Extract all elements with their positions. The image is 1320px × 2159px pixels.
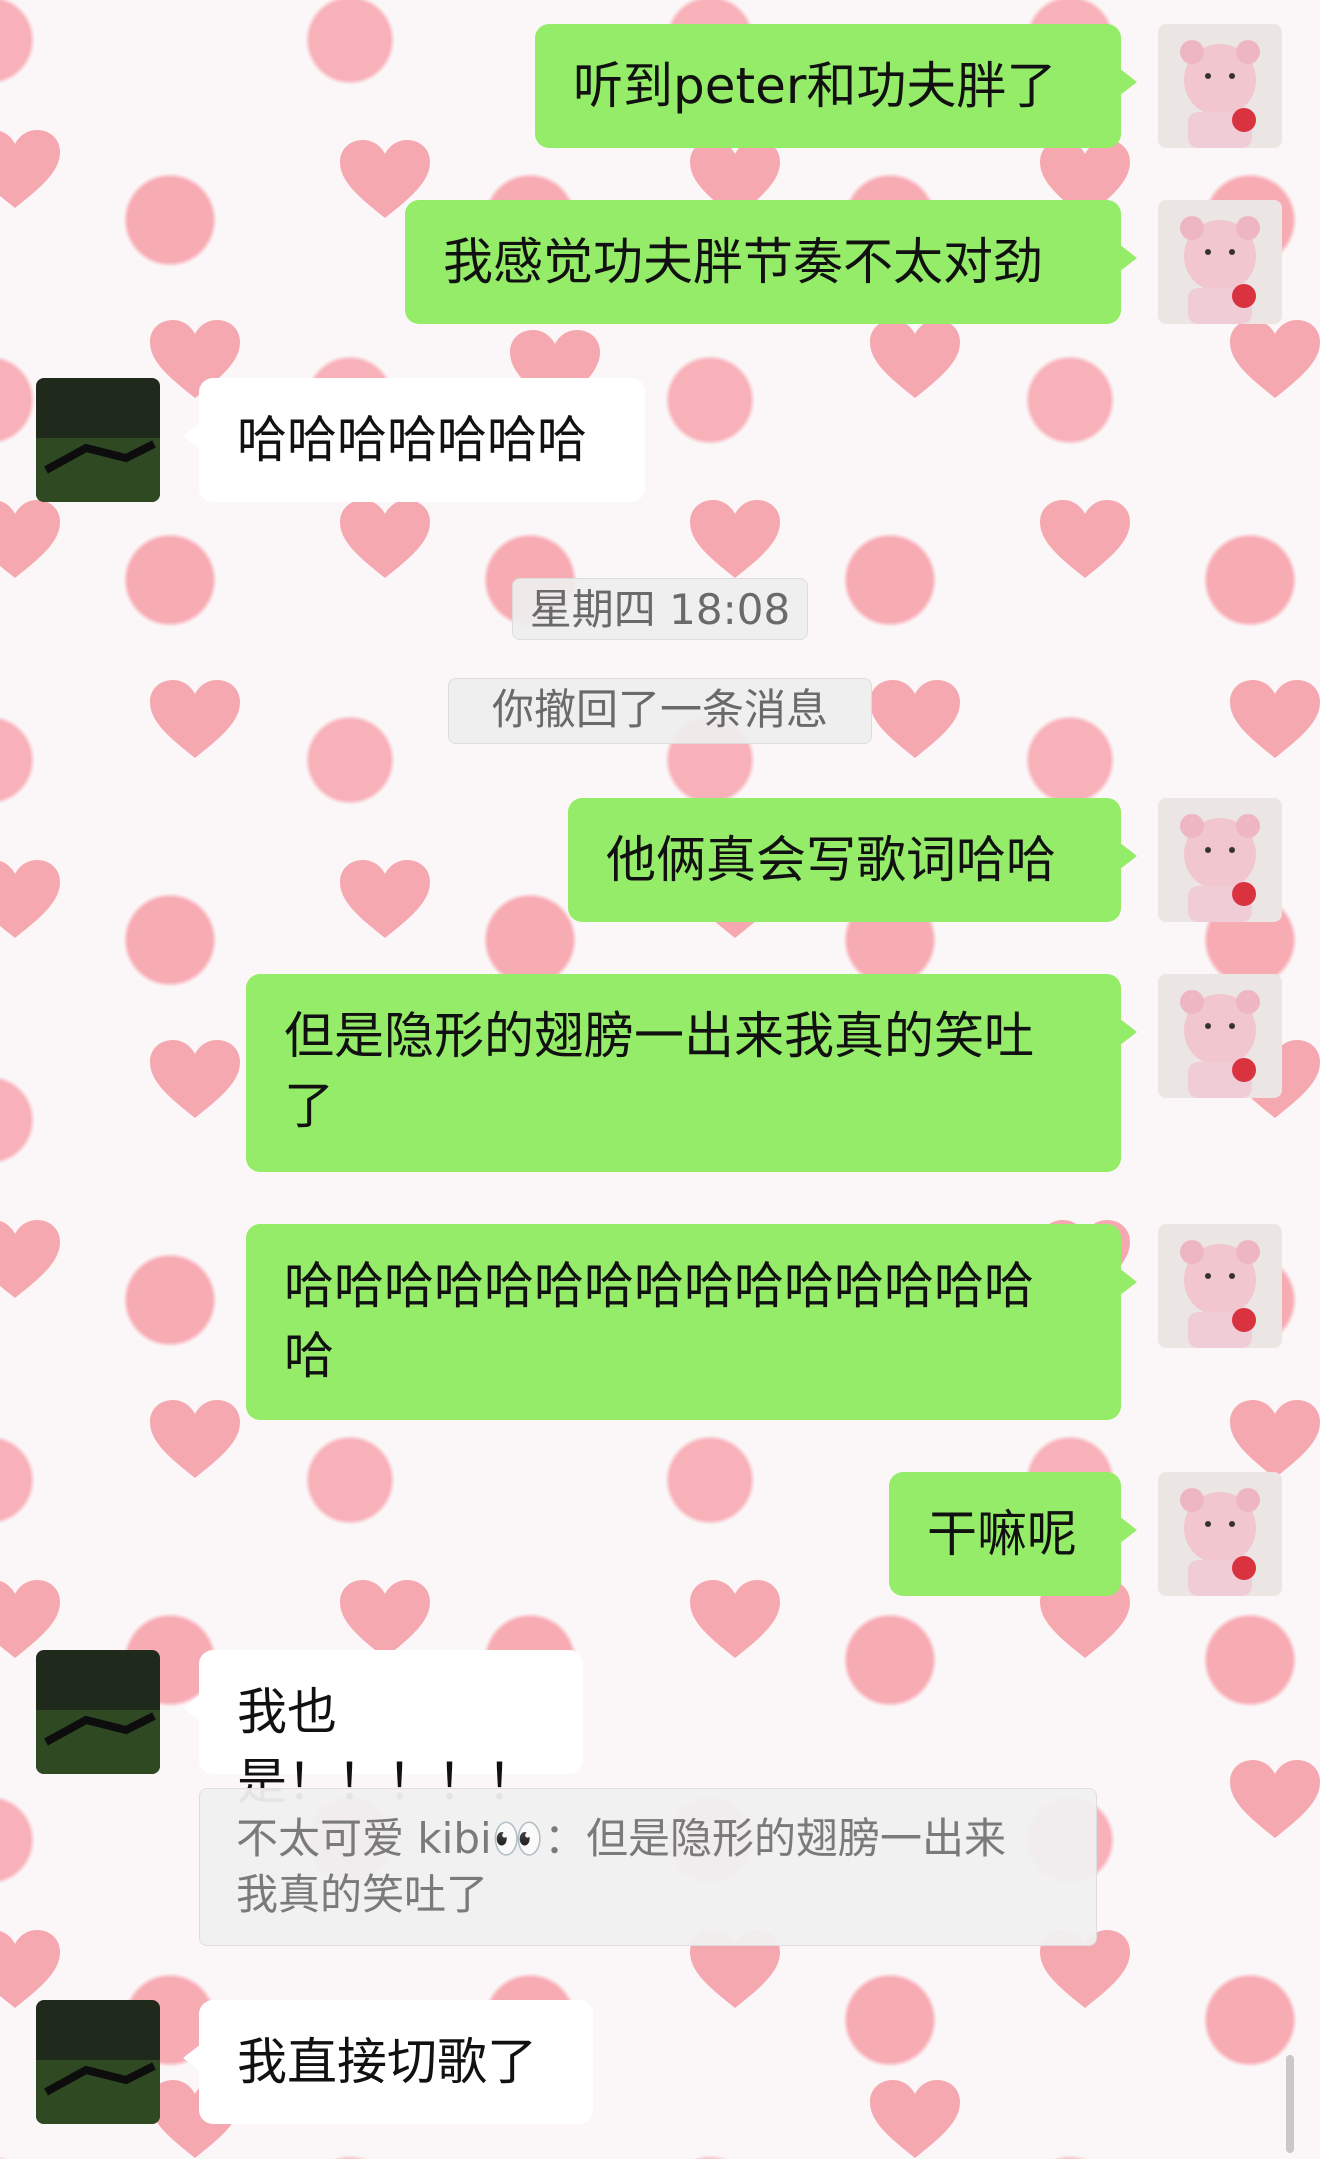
incoming-message[interactable]: 我直接切歌了 <box>183 2000 593 2124</box>
self-avatar[interactable] <box>1158 24 1282 148</box>
contact-avatar[interactable] <box>36 2000 160 2124</box>
outgoing-message[interactable]: 干嘛呢 <box>889 1472 1137 1596</box>
incoming-message[interactable]: 哈哈哈哈哈哈哈 <box>183 378 645 502</box>
self-avatar[interactable] <box>1158 974 1282 1098</box>
outgoing-message[interactable]: 哈哈哈哈哈哈哈哈哈哈哈哈哈哈哈 哈 <box>246 1224 1137 1420</box>
teddy-bear-icon <box>1158 24 1282 148</box>
teddy-bear-icon <box>1158 1472 1282 1596</box>
incoming-message[interactable]: 我也是！！！！！ <box>183 1650 583 1811</box>
scroll-indicator-icon <box>1286 2055 1294 2153</box>
self-avatar[interactable] <box>1158 200 1282 324</box>
teddy-bear-icon <box>1158 798 1282 922</box>
quoted-message[interactable]: 不太可爱 kibi👀：但是隐形的翅膀一出来 我真的笑吐了 <box>199 1788 1097 1946</box>
contact-avatar[interactable] <box>36 1650 160 1774</box>
self-avatar[interactable] <box>1158 798 1282 922</box>
grass-photo-icon <box>36 378 160 502</box>
self-avatar[interactable] <box>1158 1224 1282 1348</box>
grass-photo-icon <box>36 1650 160 1774</box>
timestamp-label: 星期四 18:08 <box>512 578 808 640</box>
outgoing-message[interactable]: 我感觉功夫胖节奏不太对劲 <box>405 200 1137 324</box>
teddy-bear-icon <box>1158 200 1282 324</box>
contact-avatar[interactable] <box>36 378 160 502</box>
teddy-bear-icon <box>1158 1224 1282 1348</box>
teddy-bear-icon <box>1158 974 1282 1098</box>
outgoing-message[interactable]: 听到peter和功夫胖了 <box>535 24 1137 148</box>
outgoing-message[interactable]: 他俩真会写歌词哈哈 <box>568 798 1137 922</box>
recall-notice: 你撤回了一条消息 <box>448 678 872 744</box>
self-avatar[interactable] <box>1158 1472 1282 1596</box>
grass-photo-icon <box>36 2000 160 2124</box>
outgoing-message[interactable]: 但是隐形的翅膀一出来我真的笑吐 了 <box>246 974 1137 1172</box>
